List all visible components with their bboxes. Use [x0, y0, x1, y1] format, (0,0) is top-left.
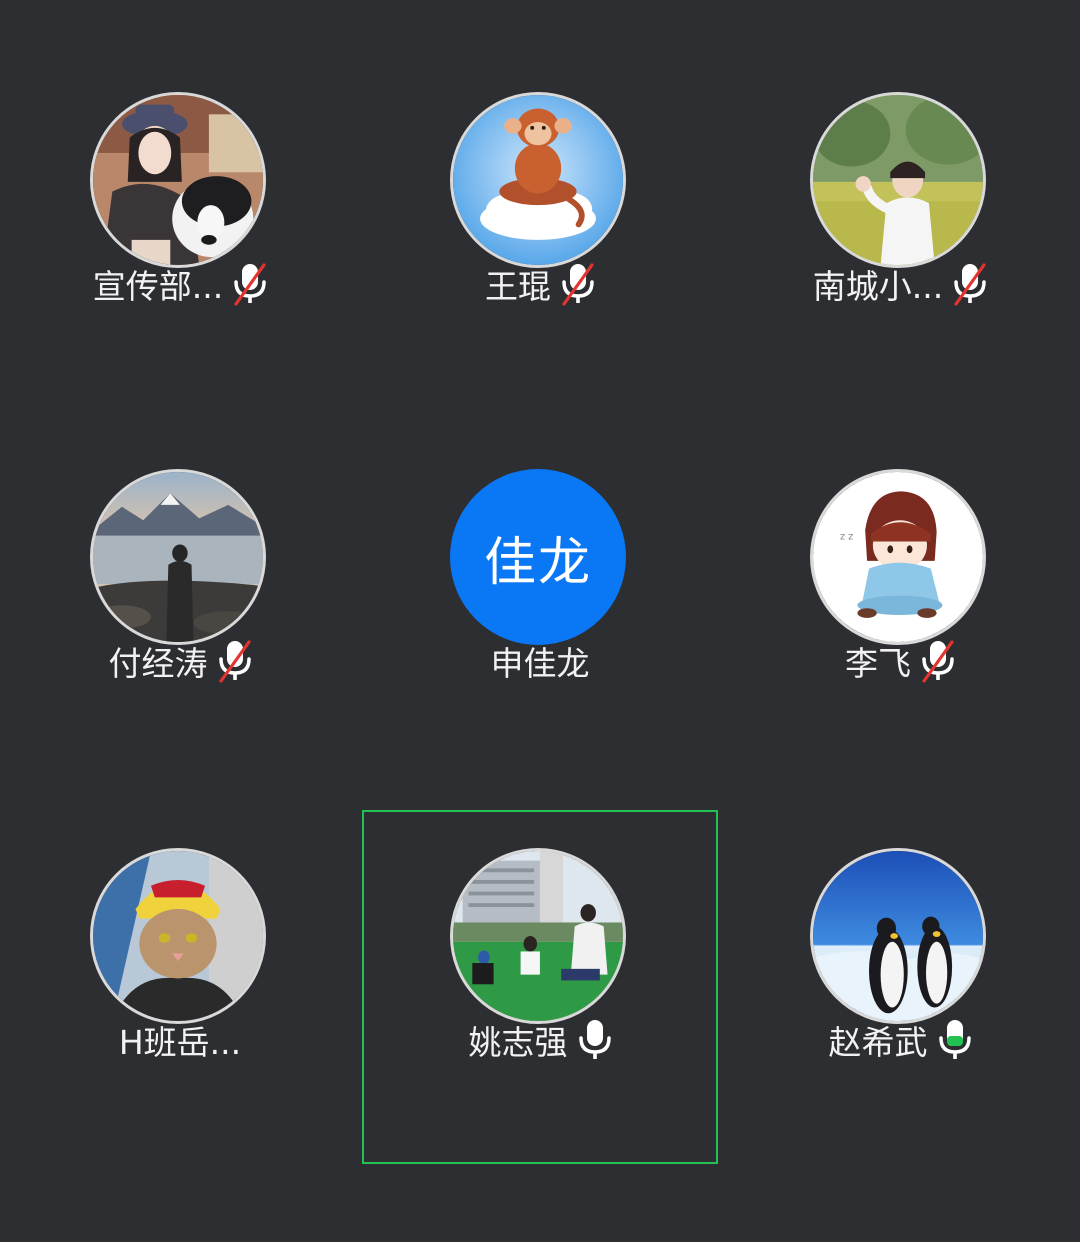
participant-tile[interactable]: 王琨 — [362, 54, 718, 408]
avatar: z z — [810, 469, 986, 645]
anime-child-drawing-icon: z z — [813, 472, 983, 642]
participant-tile[interactable]: 南城小... — [722, 54, 1078, 408]
participant-tile[interactable]: 赵希武 — [722, 810, 1078, 1164]
photo-cat-with-helmet-icon — [93, 851, 263, 1021]
participant-name: 王琨 — [485, 267, 551, 306]
participant-tile[interactable]: 宣传部... — [2, 54, 358, 408]
mic-icon — [578, 1018, 612, 1062]
participant-name: 南城小... — [812, 267, 944, 306]
photo-penguins-icon — [813, 851, 983, 1021]
participant-tile[interactable]: 付经涛 — [2, 431, 358, 785]
avatar — [810, 848, 986, 1024]
avatar — [810, 92, 986, 268]
photo-boy-in-field-icon — [813, 95, 983, 265]
participant-label: 李飞 — [722, 639, 1078, 683]
participant-name: 宣传部... — [92, 267, 224, 306]
participant-name: 付经涛 — [108, 644, 208, 683]
participant-name: 李飞 — [845, 644, 911, 683]
mic-muted-icon — [953, 262, 987, 306]
participant-label: 王琨 — [362, 262, 718, 306]
participant-name: 姚志强 — [468, 1023, 568, 1062]
cartoon-monkey-on-cloud-icon — [453, 95, 623, 265]
photo-man-by-lake-icon — [93, 472, 263, 642]
participant-label: 申佳龙 — [362, 639, 718, 683]
participant-name: 赵希武 — [828, 1023, 928, 1062]
photo-family-on-field-icon — [453, 851, 623, 1021]
mic-muted-icon — [218, 639, 252, 683]
participant-label: 付经涛 — [2, 639, 358, 683]
mic-muted-icon — [921, 639, 955, 683]
avatar — [450, 92, 626, 268]
mic-muted-icon — [233, 262, 267, 306]
participant-name: 申佳龙 — [490, 644, 590, 683]
avatar-initials: 佳龙 — [483, 532, 592, 593]
participant-tile[interactable]: 佳龙 申佳龙 — [362, 431, 718, 785]
participant-name: H班岳... — [118, 1023, 242, 1062]
svg-text:z z: z z — [840, 532, 853, 543]
avatar: 佳龙 — [450, 469, 626, 645]
participant-label: 姚志强 — [364, 1018, 716, 1062]
avatar — [90, 848, 266, 1024]
avatar — [450, 848, 626, 1024]
mic-speaking-icon — [938, 1018, 972, 1062]
participant-tile[interactable]: H班岳... — [2, 810, 358, 1164]
active-speaker-tile[interactable]: 姚志强 — [362, 810, 718, 1164]
participant-label: 宣传部... — [2, 262, 358, 306]
participant-tile[interactable]: z z 李飞 — [722, 431, 1078, 785]
participant-label: 赵希武 — [722, 1018, 1078, 1062]
participant-grid: 宣传部... 王琨 南城小... 付经涛 佳龙 申佳龙 z z 李飞 H班岳..… — [0, 0, 1080, 1242]
participant-label: H班岳... — [2, 1018, 358, 1062]
photo-girl-with-dog-icon — [93, 95, 263, 265]
mic-muted-icon — [561, 262, 595, 306]
avatar — [90, 92, 266, 268]
avatar — [90, 469, 266, 645]
participant-label: 南城小... — [722, 262, 1078, 306]
